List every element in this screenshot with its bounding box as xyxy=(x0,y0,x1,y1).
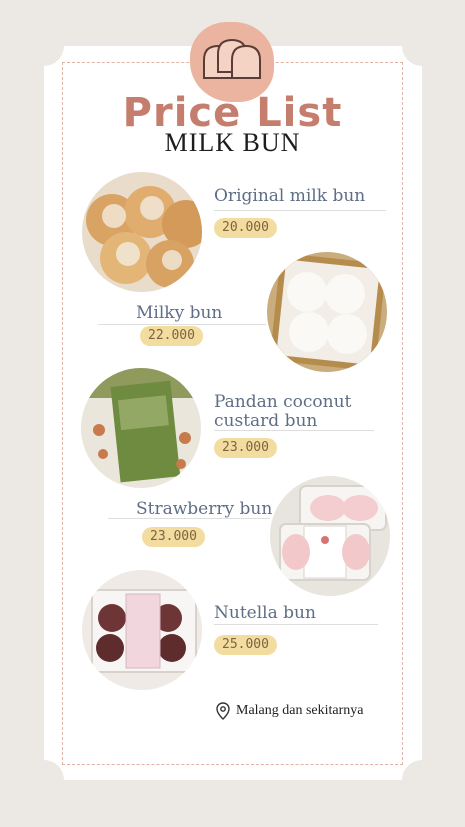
original-milk-bun-photo xyxy=(82,172,202,292)
nutella-bun-photo xyxy=(82,570,202,690)
item-divider xyxy=(214,624,378,625)
item-divider xyxy=(214,210,386,211)
item-name-nutella-bun: Nutella bun xyxy=(214,603,316,623)
card-corner-notch xyxy=(24,26,64,66)
map-pin-icon xyxy=(216,702,230,720)
item-price-pandan-coconut-custard-bun: 23.000 xyxy=(214,438,277,458)
item-divider xyxy=(98,324,266,325)
card-corner-notch xyxy=(402,760,442,800)
strawberry-bun-photo xyxy=(270,476,390,596)
item-name-original-milk-bun: Original milk bun xyxy=(214,186,366,206)
item-name-milky-bun: Milky bun xyxy=(136,303,223,323)
location-text: Malang dan sekitarnya xyxy=(236,703,364,718)
item-price-original-milk-bun: 20.000 xyxy=(214,218,277,238)
card-corner-notch xyxy=(24,760,64,800)
milky-bun-photo xyxy=(267,252,387,372)
item-price-nutella-bun: 25.000 xyxy=(214,635,277,655)
item-price-strawberry-bun: 23.000 xyxy=(142,527,205,547)
pandan-coconut-custard-bun-photo xyxy=(81,368,201,488)
item-price-milky-bun: 22.000 xyxy=(140,326,203,346)
item-divider xyxy=(108,518,270,519)
item-name-pandan-coconut-custard-bun: Pandan coconut custard bun xyxy=(214,392,352,431)
card-corner-notch xyxy=(402,26,442,66)
item-name-strawberry-bun: Strawberry bun xyxy=(136,499,273,519)
page-subtitle: MILK BUN xyxy=(164,128,301,157)
location-row: Malang dan sekitarnya xyxy=(216,702,364,720)
item-divider xyxy=(214,430,374,431)
